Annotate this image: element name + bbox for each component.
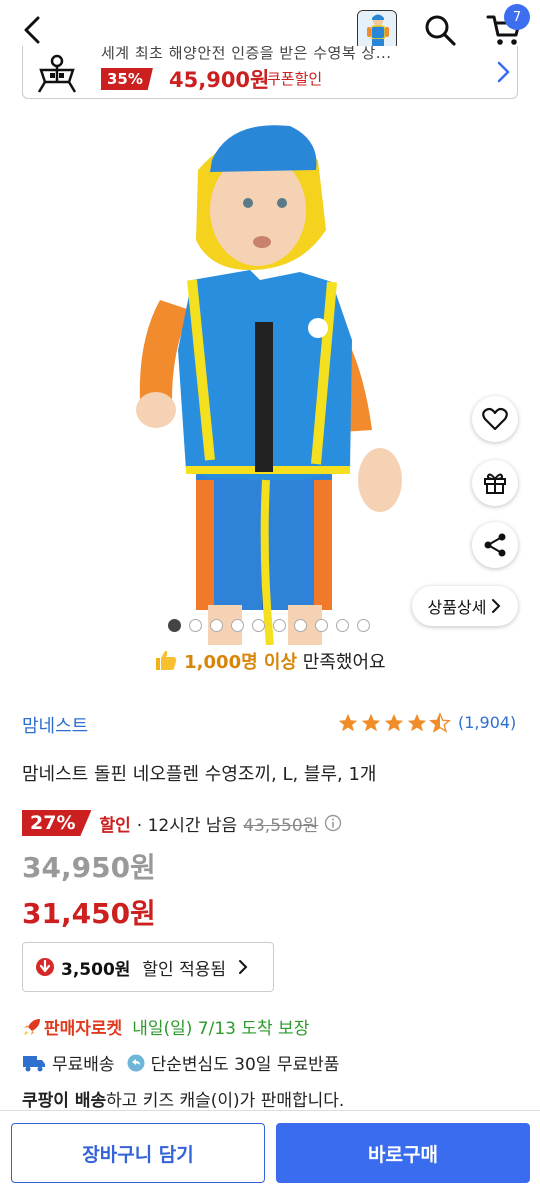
promo-cut-text: 세계 최초 해양안전 인증을 받은 수영복 상... [101, 46, 392, 62]
pagination-dot[interactable] [273, 619, 286, 632]
add-to-cart-button[interactable]: 장바구니 담기 [11, 1123, 265, 1183]
sale-price: 34,950원 [22, 851, 156, 884]
rocket-icon [24, 1018, 40, 1035]
discount-time-left: · 12시간 남음 [136, 815, 238, 836]
star-icon [384, 713, 404, 732]
pagination-dot[interactable] [189, 619, 202, 632]
product-detail-button[interactable]: 상품상세 [412, 586, 518, 626]
free-shipping-text: 무료배송 [52, 1055, 115, 1075]
truck-icon [23, 1055, 45, 1071]
product-detail-label: 상품상세 [427, 598, 487, 617]
rocket-label: 판매자로켓 [44, 1019, 123, 1039]
chevron-right-icon [239, 960, 248, 974]
chevron-right-icon [497, 61, 510, 83]
return-icon [127, 1054, 145, 1071]
pagination-dot[interactable] [168, 619, 181, 632]
bottom-action-bar: 장바구니 담기 바로구매 [0, 1110, 540, 1193]
seller-line: 쿠팡이 배송하고 키즈 캐슬(이)가 판매합니다. [22, 1086, 344, 1111]
search-icon [425, 15, 456, 46]
satisfaction-text: 만족했어요 [297, 652, 386, 673]
pagination-dot[interactable] [315, 619, 328, 632]
gift-button[interactable] [472, 460, 518, 506]
product-thumbnail-button[interactable] [357, 10, 397, 50]
product-photo [136, 125, 402, 646]
applied-discount-text: 할인 적용됨 [142, 959, 227, 980]
promo-banner[interactable]: 세계 최초 해양안전 인증을 받은 수영복 상... 35% 45,900원 쿠… [22, 46, 518, 99]
product-thumbnail-icon [358, 11, 396, 49]
wishlist-button[interactable] [472, 396, 518, 442]
pagination-dot[interactable] [336, 619, 349, 632]
cart-count-badge: 7 [504, 4, 530, 30]
discount-label: 할인 [99, 815, 131, 836]
image-pagination-dots [168, 619, 370, 632]
brand-logo-icon [37, 54, 77, 93]
down-arrow-circle-icon [36, 958, 54, 976]
promo-discount-badge: 35% [101, 68, 153, 90]
applied-discount-amount: 3,500원 [61, 959, 131, 980]
star-icon [361, 713, 381, 732]
rocket-delivery-line: 판매자로켓 내일(일) 7/13 도착 보장 [22, 1014, 309, 1039]
share-icon [484, 533, 506, 557]
satisfaction-count: 1,000명 이상 [184, 652, 298, 673]
star-icon [407, 713, 427, 732]
back-button[interactable] [14, 12, 50, 48]
search-button[interactable] [420, 10, 460, 50]
product-image[interactable] [0, 100, 540, 646]
star-icon [338, 713, 358, 732]
star-half-icon [429, 712, 451, 733]
heart-icon [482, 407, 508, 431]
buy-now-button[interactable]: 바로구매 [276, 1123, 530, 1183]
original-price: 43,550원 [243, 815, 319, 836]
pagination-dot[interactable] [294, 619, 307, 632]
chevron-right-icon [492, 599, 501, 613]
discount-row: 27% 할인 · 12시간 남음 43,550원 [22, 808, 342, 838]
satisfaction-line: 1,000명 이상 만족했어요 [0, 648, 540, 674]
coupon-price: 31,450원 [22, 897, 156, 930]
promo-coupon-label: 쿠폰할인 [267, 70, 323, 88]
chevron-left-icon [24, 16, 40, 44]
share-button[interactable] [472, 522, 518, 568]
pagination-dot[interactable] [210, 619, 223, 632]
free-return-text: 단순변심도 30일 무료반품 [150, 1055, 340, 1075]
seller-text: 하고 키즈 캐슬(이)가 판매합니다. [106, 1091, 345, 1111]
promo-price: 45,900원 [169, 68, 270, 92]
free-shipping-line: 무료배송 단순변심도 30일 무료반품 [22, 1050, 339, 1075]
delivery-date: 내일(일) 7/13 도착 보장 [132, 1019, 310, 1039]
product-title: 맘네스트 돌핀 네오플렌 수영조끼, L, 블루, 1개 [22, 764, 377, 785]
pagination-dot[interactable] [357, 619, 370, 632]
brand-link[interactable]: 맘네스트 [22, 712, 88, 738]
gift-icon [484, 473, 506, 494]
thumbs-up-icon [156, 650, 177, 670]
discount-badge: 27% [22, 810, 92, 836]
seller-shipper: 쿠팡이 배송 [22, 1091, 107, 1111]
pagination-dot[interactable] [252, 619, 265, 632]
review-count[interactable]: (1,904) [458, 713, 516, 732]
info-icon[interactable] [324, 814, 342, 832]
applied-discount-button[interactable]: 3,500원 할인 적용됨 [22, 942, 274, 992]
rating-stars[interactable] [337, 712, 451, 734]
pagination-dot[interactable] [231, 619, 244, 632]
